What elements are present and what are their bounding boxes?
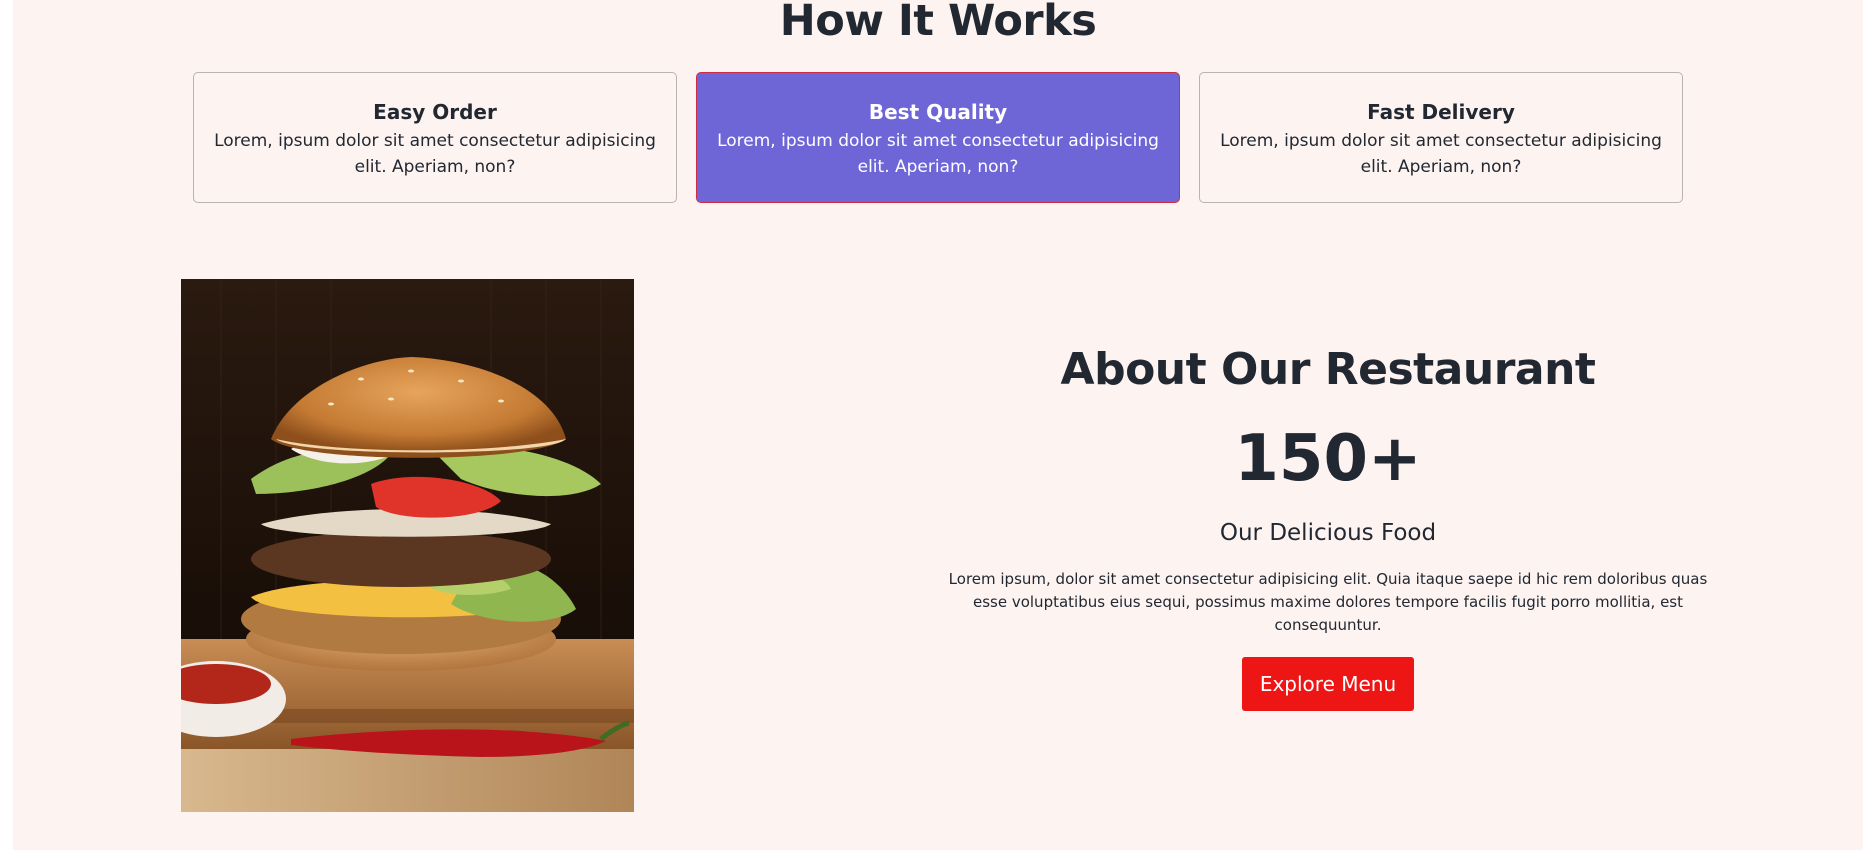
about-description: Lorem ipsum, dolor sit amet consectetur … [948, 570, 1708, 634]
card-title: Best Quality [868, 100, 1008, 124]
about-section: About Our Restaurant 150+ Our Delicious … [938, 340, 1718, 711]
about-subtitle: Our Delicious Food [1219, 520, 1437, 546]
about-title: About Our Restaurant [1060, 344, 1596, 395]
page-section: How It Works Easy Order Lorem, ipsum dol… [13, 0, 1863, 850]
burger-image [181, 279, 634, 812]
card-easy-order[interactable]: Easy Order Lorem, ipsum dolor sit amet c… [193, 72, 677, 203]
card-title: Fast Delivery [1367, 100, 1515, 124]
food-count: 150+ [1234, 422, 1422, 496]
card-text: Lorem, ipsum dolor sit amet consectetur … [717, 131, 1159, 177]
explore-menu-button[interactable]: Explore Menu [1241, 657, 1415, 711]
how-it-works-title: How It Works [779, 0, 1097, 46]
card-best-quality[interactable]: Best Quality Lorem, ipsum dolor sit amet… [696, 72, 1180, 203]
card-text: Lorem, ipsum dolor sit amet consectetur … [1220, 131, 1662, 177]
card-fast-delivery[interactable]: Fast Delivery Lorem, ipsum dolor sit ame… [1199, 72, 1683, 203]
card-title: Easy Order [373, 100, 497, 124]
card-text: Lorem, ipsum dolor sit amet consectetur … [214, 131, 656, 177]
